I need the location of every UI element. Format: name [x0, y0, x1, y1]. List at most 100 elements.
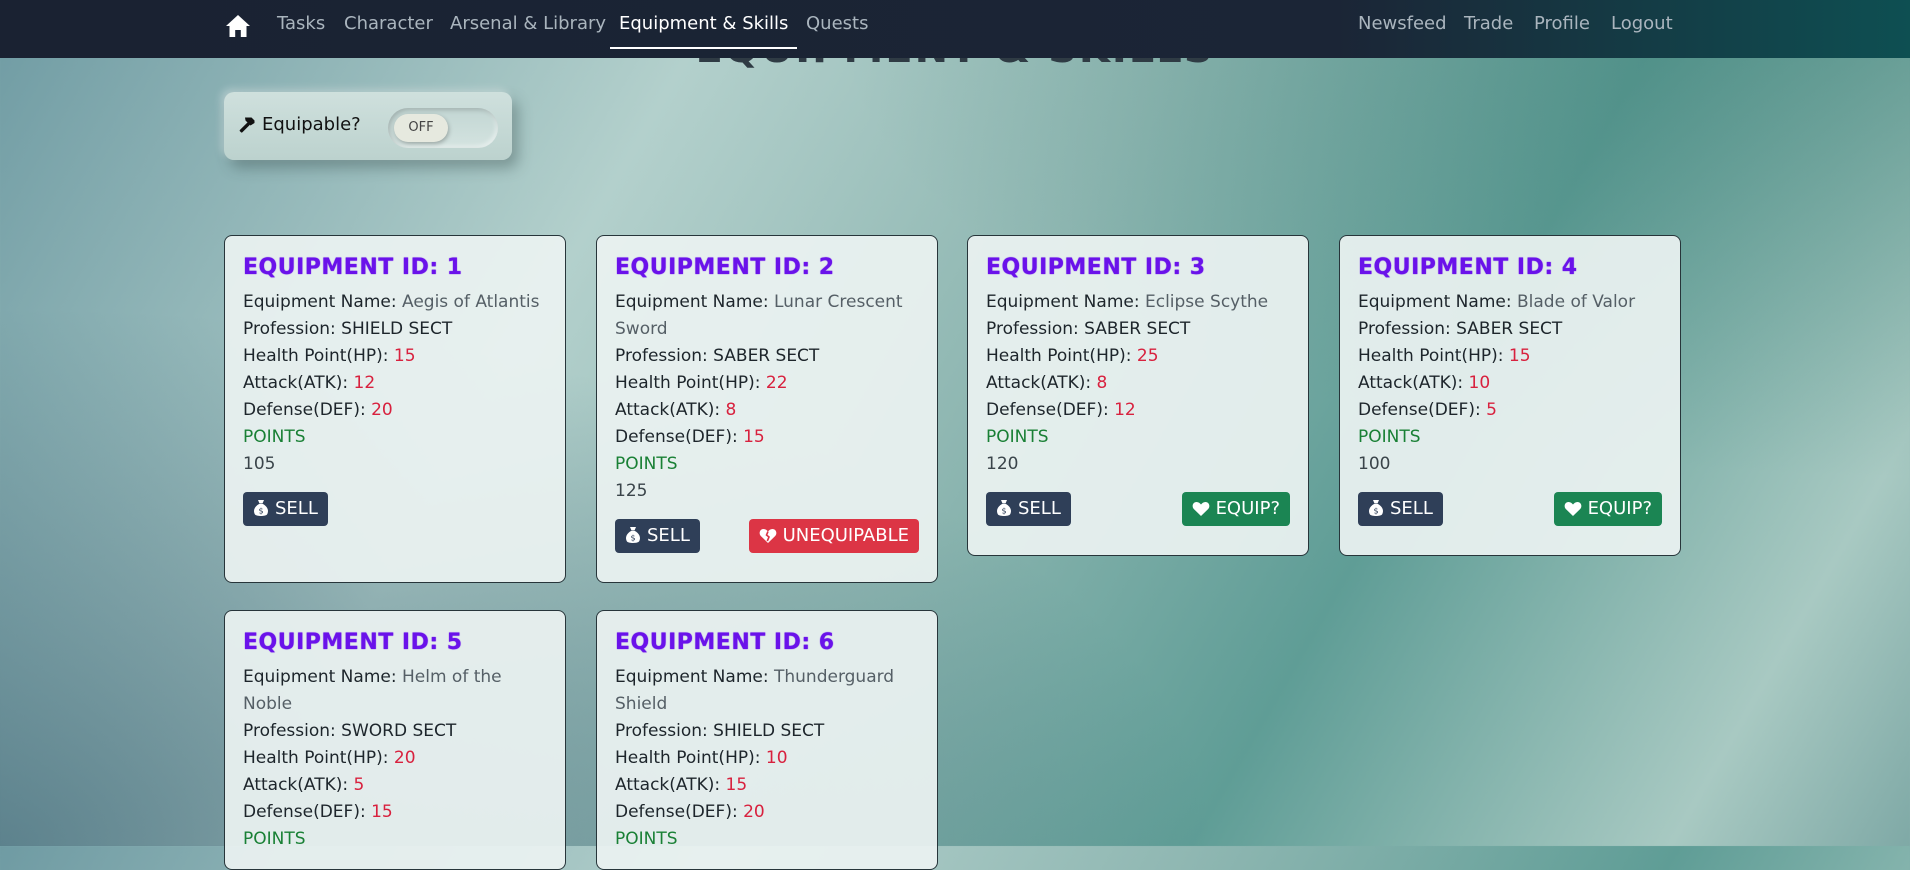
- unequipable-button[interactable]: UNEQUIPABLE: [748, 519, 919, 553]
- nav-link-quests[interactable]: Quests: [806, 13, 868, 34]
- nav-link-trade[interactable]: Trade: [1464, 13, 1513, 34]
- svg-text:$: $: [630, 534, 635, 543]
- sell-button[interactable]: $ SELL: [615, 519, 700, 553]
- equipment-name-row: Equipment Name: Blade of Valor: [1358, 289, 1662, 316]
- nav-link-logout[interactable]: Logout: [1611, 13, 1673, 34]
- equipment-name-label: Equipment Name:: [243, 292, 397, 312]
- def-value: 20: [371, 400, 393, 420]
- card-title: EQUIPMENT ID: 1: [243, 255, 463, 280]
- def-label: Defense(DEF):: [615, 802, 738, 822]
- equip-button-label: EQUIP?: [1587, 498, 1652, 519]
- equipment-name-label: Equipment Name:: [615, 667, 769, 687]
- sell-button-label: SELL: [275, 498, 318, 519]
- sell-button[interactable]: $ SELL: [1358, 492, 1443, 526]
- def-label: Defense(DEF):: [1358, 400, 1481, 420]
- equipment-name-value: Blade of Valor: [1516, 292, 1636, 312]
- nav-link-equipment-skills[interactable]: Equipment & Skills: [619, 13, 788, 34]
- equip-button[interactable]: EQUIP?: [1181, 492, 1290, 526]
- def-value: 15: [371, 802, 393, 822]
- def-label: Defense(DEF):: [986, 400, 1109, 420]
- hp-label: Health Point(HP):: [1358, 346, 1504, 366]
- card-actions: $ SELL EQUIP?: [1358, 492, 1662, 526]
- profession-row: Profession: SABER SECT: [615, 343, 919, 370]
- atk-value: 12: [353, 373, 376, 393]
- def-row: Defense(DEF): 20: [615, 799, 919, 826]
- hp-label: Health Point(HP):: [243, 346, 389, 366]
- atk-value: 10: [1468, 373, 1491, 393]
- hp-value: 20: [393, 748, 416, 768]
- points-value: 125: [615, 481, 648, 501]
- atk-label: Attack(ATK):: [243, 775, 349, 795]
- equipment-name-value: Aegis of Atlantis: [401, 292, 540, 312]
- points-value: 120: [986, 454, 1019, 474]
- equipable-filter-panel: Equipable? OFF: [224, 92, 512, 160]
- profession-label: Profession:: [243, 319, 336, 339]
- atk-label: Attack(ATK):: [615, 775, 721, 795]
- def-value: 5: [1486, 400, 1497, 420]
- hp-value: 15: [393, 346, 416, 366]
- card-title: EQUIPMENT ID: 2: [615, 255, 835, 280]
- hp-value: 22: [765, 373, 788, 393]
- equip-button[interactable]: EQUIP?: [1553, 492, 1662, 526]
- equipable-toggle[interactable]: OFF: [388, 108, 498, 148]
- money-bag-icon: $: [254, 500, 268, 516]
- active-tab-indicator: [610, 47, 797, 49]
- atk-label: Attack(ATK):: [615, 400, 721, 420]
- card-title: EQUIPMENT ID: 3: [986, 255, 1206, 280]
- points-label: POINTS: [615, 829, 678, 849]
- money-bag-icon: $: [626, 527, 640, 543]
- sell-button[interactable]: $ SELL: [243, 492, 328, 526]
- hp-value: 25: [1136, 346, 1159, 366]
- profession-label: Profession:: [986, 319, 1079, 339]
- def-row: Defense(DEF): 15: [615, 424, 919, 451]
- card-title: EQUIPMENT ID: 4: [1358, 255, 1578, 280]
- equipment-name-label: Equipment Name:: [243, 667, 397, 687]
- home-icon[interactable]: [224, 12, 252, 40]
- nav-link-newsfeed[interactable]: Newsfeed: [1358, 13, 1447, 34]
- equipment-name-row: Equipment Name: Thunderguard Shield: [615, 664, 919, 718]
- nav-link-arsenal-library[interactable]: Arsenal & Library: [450, 13, 606, 34]
- svg-text:$: $: [1373, 507, 1378, 516]
- def-row: Defense(DEF): 20: [243, 397, 547, 424]
- profession-row: Profession: SWORD SECT: [243, 718, 547, 745]
- nav-link-profile[interactable]: Profile: [1534, 13, 1590, 34]
- hp-row: Health Point(HP): 15: [1358, 343, 1662, 370]
- profession-value: SHIELD SECT: [341, 319, 453, 339]
- card-actions: $ SELL UNEQUIPABLE: [615, 519, 919, 553]
- equipment-name-value: Eclipse Scythe: [1144, 292, 1269, 312]
- def-row: Defense(DEF): 5: [1358, 397, 1662, 424]
- hp-label: Health Point(HP):: [615, 373, 761, 393]
- profession-label: Profession:: [1358, 319, 1451, 339]
- def-value: 20: [743, 802, 765, 822]
- toggle-knob: OFF: [394, 114, 448, 142]
- hp-row: Health Point(HP): 22: [615, 370, 919, 397]
- points-label: POINTS: [1358, 427, 1421, 447]
- profession-value: SHIELD SECT: [713, 721, 825, 741]
- top-navbar: Tasks Character Arsenal & Library Equipm…: [0, 0, 1910, 58]
- hammer-icon: [239, 117, 255, 133]
- hp-row: Health Point(HP): 20: [243, 745, 547, 772]
- profession-row: Profession: SHIELD SECT: [615, 718, 919, 745]
- def-label: Defense(DEF):: [243, 400, 366, 420]
- profession-label: Profession:: [243, 721, 336, 741]
- atk-value: 8: [1096, 373, 1108, 393]
- def-value: 12: [1114, 400, 1136, 420]
- hp-row: Health Point(HP): 25: [986, 343, 1290, 370]
- atk-row: Attack(ATK): 15: [615, 772, 919, 799]
- nav-link-character[interactable]: Character: [344, 13, 433, 34]
- equipment-card: EQUIPMENT ID: 2 Equipment Name: Lunar Cr…: [596, 235, 938, 583]
- atk-label: Attack(ATK):: [243, 373, 349, 393]
- heart-icon: [1192, 502, 1209, 516]
- sell-button[interactable]: $ SELL: [986, 492, 1071, 526]
- profession-value: SABER SECT: [1456, 319, 1563, 339]
- card-actions: $ SELL: [243, 492, 547, 526]
- atk-row: Attack(ATK): 10: [1358, 370, 1662, 397]
- atk-row: Attack(ATK): 12: [243, 370, 547, 397]
- broken-heart-icon: [759, 529, 776, 543]
- atk-label: Attack(ATK):: [986, 373, 1092, 393]
- profession-row: Profession: SABER SECT: [1358, 316, 1662, 343]
- equipment-name-row: Equipment Name: Eclipse Scythe: [986, 289, 1290, 316]
- hp-value: 15: [1508, 346, 1531, 366]
- atk-value: 5: [353, 775, 365, 795]
- nav-link-tasks[interactable]: Tasks: [277, 13, 325, 34]
